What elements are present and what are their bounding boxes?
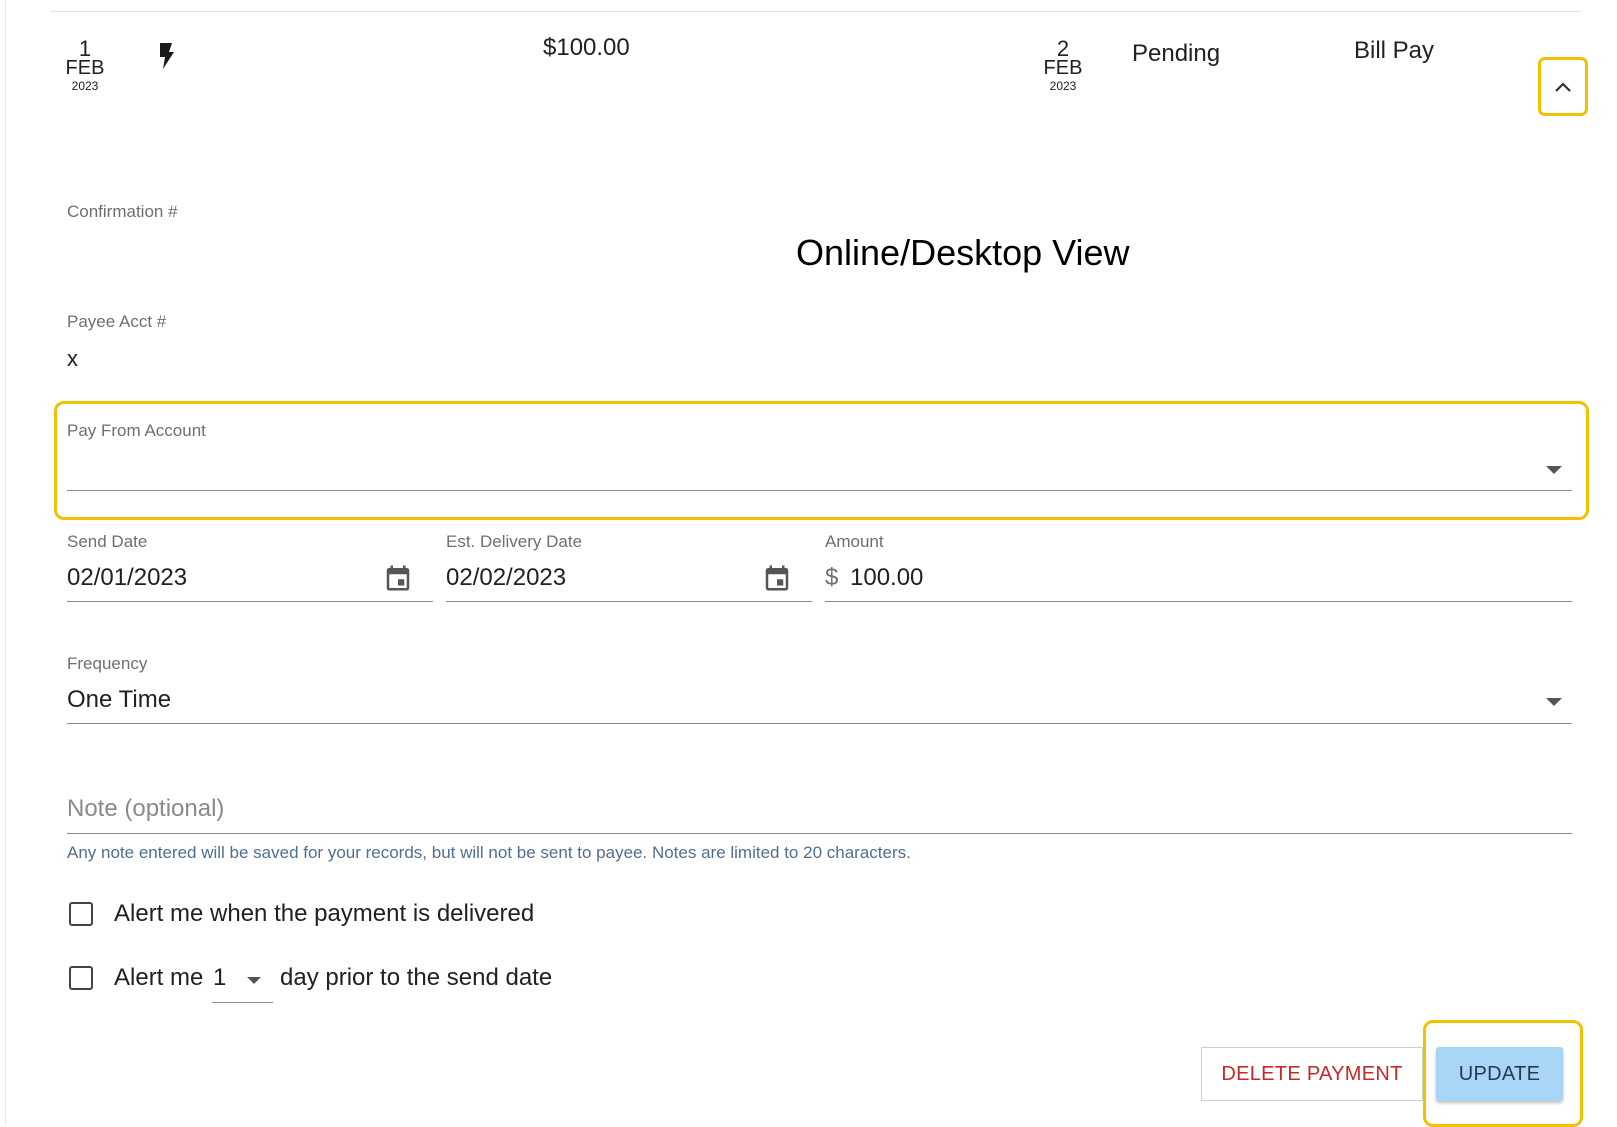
note-hint: Any note entered will be saved for your … [67,843,911,862]
payment-status: Pending [1132,40,1221,67]
send-date-month: FEB [65,57,105,79]
amount-label: Amount [825,532,884,551]
alert-days-dropdown-arrow-icon[interactable] [247,977,261,984]
pay-from-label: Pay From Account [67,421,206,440]
alert-days-underline [212,1002,273,1003]
delivery-date-calendar-icon[interactable] [762,563,792,593]
delivery-date-underline [446,601,812,602]
send-date-calendar-icon[interactable] [383,563,413,593]
payee-acct-value: x [67,346,78,371]
note-underline [67,833,1572,834]
send-date-underline [67,601,433,602]
alert-delivered-label: Alert me when the payment is delivered [114,900,535,927]
alert-prior-days-select[interactable]: 1 [213,964,226,992]
frequency-dropdown-arrow-icon[interactable] [1546,698,1562,706]
chevron-up-icon [1555,81,1571,92]
delivery-date-label: Est. Delivery Date [446,532,583,551]
send-date-year: 2023 [71,79,99,93]
amount-input[interactable]: 100.00 [850,564,923,592]
confirmation-label: Confirmation # [67,202,178,221]
frequency-label: Frequency [67,654,148,673]
delivery-date-input[interactable]: 02/02/2023 [446,564,566,592]
delivery-date-year: 2023 [1049,79,1077,93]
amount-underline [825,601,1572,602]
delete-payment-button[interactable]: DELETE PAYMENT [1201,1047,1423,1101]
view-caption: Online/Desktop View [796,232,1130,273]
pay-from-dropdown-arrow-icon[interactable] [1546,466,1562,474]
pay-from-highlight [54,401,1589,520]
row-divider [50,11,1580,12]
alert-prior-suffix: day prior to the send date [280,964,553,991]
bolt-icon [160,43,174,69]
send-date-input[interactable]: 02/01/2023 [67,564,187,592]
delivery-date-block: 2 FEB 2023 [1028,38,1098,93]
payee-acct-label: Payee Acct # [67,312,167,331]
alert-delivered-checkbox-icon[interactable] [69,902,93,926]
alert-prior-prefix: Alert me [114,964,204,991]
panel-left-border [5,0,6,1125]
update-button[interactable]: UPDATE [1436,1047,1563,1101]
frequency-underline [67,723,1572,724]
currency-symbol: $ [825,564,839,591]
pay-from-select[interactable] [67,490,1572,491]
delivery-date-month: FEB [1043,57,1083,79]
payment-type: Bill Pay [1354,37,1435,64]
frequency-select[interactable]: One Time [67,686,171,714]
send-date-block: 1 FEB 2023 [50,38,120,93]
note-input[interactable]: Note (optional) [67,795,224,823]
send-date-label: Send Date [67,532,148,551]
collapse-button[interactable] [1538,57,1588,116]
payment-amount: $100.00 [543,34,630,61]
alert-prior-checkbox-icon[interactable] [69,966,93,990]
